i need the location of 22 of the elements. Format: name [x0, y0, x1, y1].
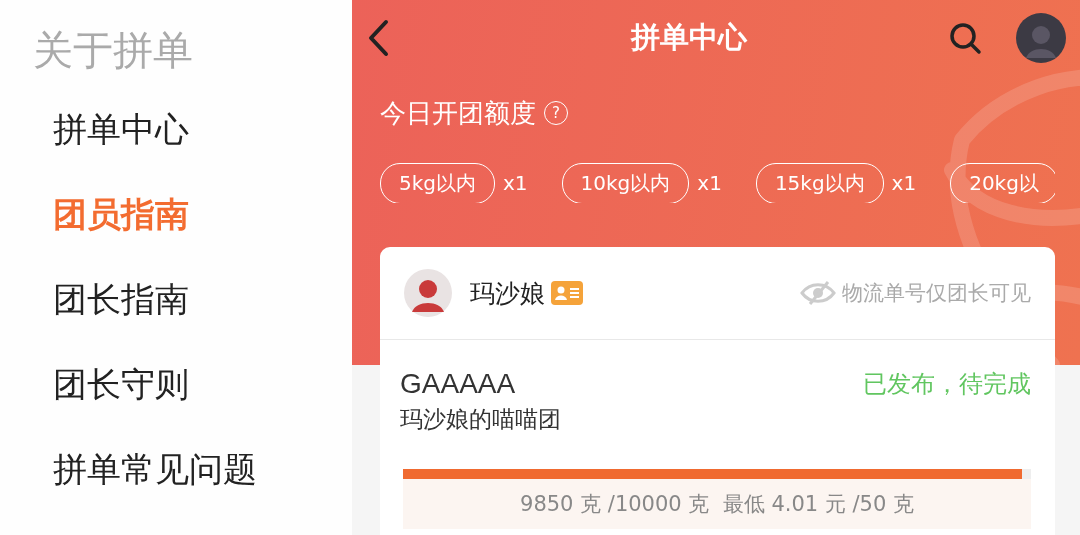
sidebar-item[interactable]: 团长指南: [53, 275, 189, 323]
sidebar-item[interactable]: 团长守则: [53, 360, 189, 408]
status-label: 已发布，待完成: [863, 369, 1031, 400]
avatar-icon: [404, 269, 452, 317]
privacy-note: 物流单号仅团长可见: [842, 280, 1031, 307]
eye-hidden-icon: [800, 280, 836, 306]
id-card-icon: [551, 281, 583, 305]
sidebar-title: 关于拼单: [33, 26, 193, 75]
back-icon[interactable]: [366, 18, 390, 57]
quota-count: x1: [503, 171, 528, 195]
group-name: 玛沙娘的喵喵团: [400, 405, 561, 434]
avatar-icon[interactable]: [1016, 12, 1066, 63]
weight-summary: 9850 克 /10000 克 最低 4.01 元 /50 克: [520, 491, 914, 518]
quota-count: x1: [697, 171, 722, 195]
page-title: 拼单中心: [629, 18, 748, 56]
quota-title: 今日开团额度: [380, 96, 536, 130]
sidebar-item[interactable]: 拼单常见问题: [53, 445, 257, 493]
order-code: GAAAAA: [400, 368, 516, 400]
user-name: 玛沙娘: [470, 277, 545, 310]
search-icon[interactable]: [948, 20, 982, 55]
quota-count: x1: [891, 171, 917, 195]
sidebar-item[interactable]: 拼单中心: [53, 105, 189, 153]
